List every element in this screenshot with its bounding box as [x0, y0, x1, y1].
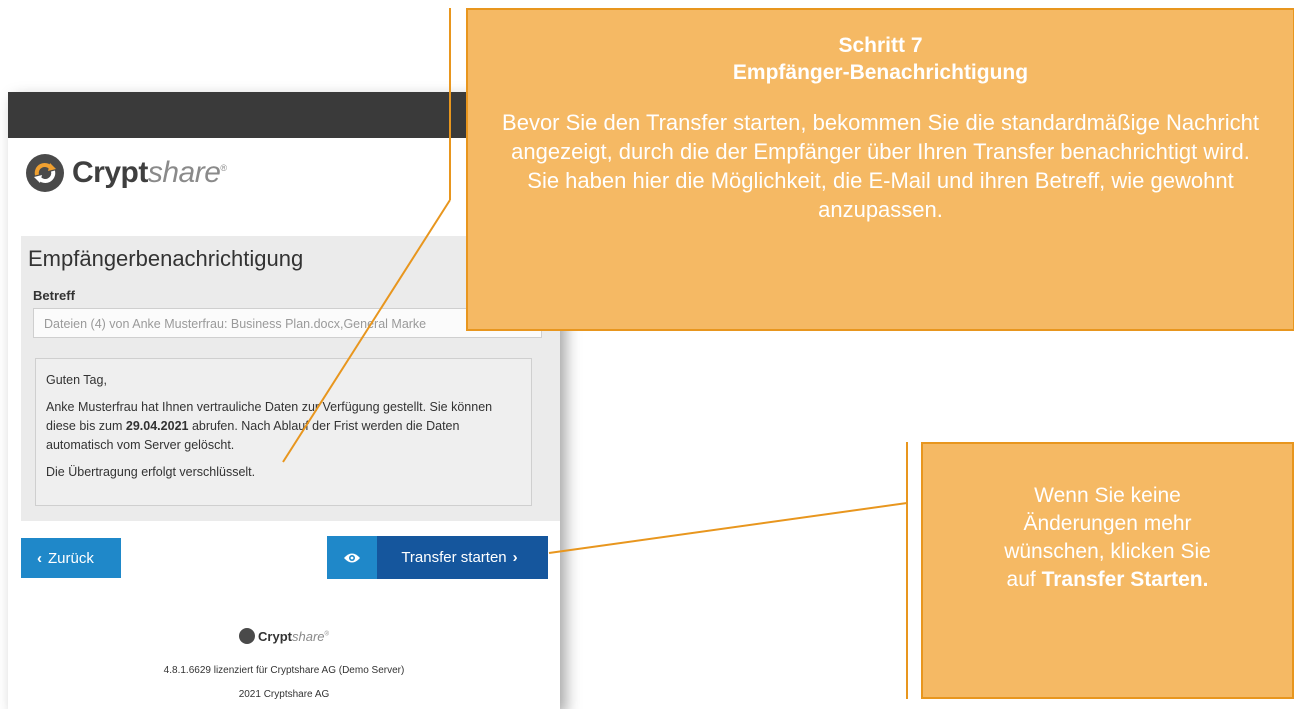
transfer-start-button[interactable]: Transfer starten ›	[377, 536, 548, 579]
back-button[interactable]: ‹ Zurück	[21, 538, 121, 578]
message-body: Anke Musterfrau hat Ihnen vertrauliche D…	[46, 400, 493, 452]
footer-copyright: 2021 Cryptshare AG	[238, 689, 330, 700]
back-button-label: Zurück	[48, 549, 94, 567]
footer-version: 4.8.1.6629 lizenziert für Cryptshare AG …	[163, 665, 405, 676]
step-callout-text: Bevor Sie den Transfer starten, bekommen…	[502, 110, 1259, 222]
hint-callout-text: Wenn Sie keine Änderungen mehr wünschen,…	[1004, 484, 1211, 591]
message-editor[interactable]: Guten Tag, Anke Musterfrau hat Ihnen ver…	[35, 358, 532, 506]
footer-wordmark: Cryptshare®	[258, 628, 329, 644]
chevron-right-icon: ›	[512, 549, 518, 566]
step-callout-title: Schritt 7 Empfänger-Benachrichtigung	[732, 34, 1029, 84]
cryptshare-logo: Cryptshare®	[26, 154, 227, 192]
eye-icon	[344, 553, 360, 562]
step-callout: Schritt 7 Empfänger-Benachrichtigung Bev…	[466, 8, 1294, 331]
footer-logo: Cryptshare®	[8, 628, 560, 649]
panel-title: Empfängerbenachrichtigung	[28, 246, 304, 271]
expiry-date: 29.04.2021	[125, 419, 189, 433]
footer-logo-icon	[239, 628, 256, 644]
transfer-button-label: Transfer starten	[401, 549, 507, 566]
logo-wordmark: Cryptshare®	[72, 156, 227, 189]
message-greeting: Guten Tag,	[46, 373, 107, 387]
message-encryption-note: Die Übertragung erfolgt verschlüsselt.	[46, 465, 256, 479]
chevron-left-icon: ‹	[37, 549, 42, 567]
subject-label: Betreff	[33, 288, 75, 303]
hint-callout: Wenn Sie keine Änderungen mehr wünschen,…	[921, 442, 1294, 699]
preview-button[interactable]	[327, 536, 377, 579]
cryptshare-logo-icon	[26, 154, 64, 192]
